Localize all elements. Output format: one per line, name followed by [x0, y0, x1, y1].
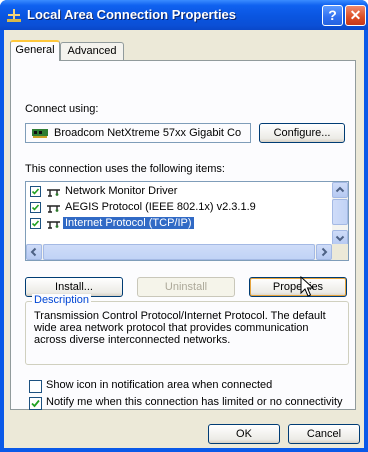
items-label: This connection uses the following items…: [25, 163, 225, 175]
adapter-name: Broadcom NetXtreme 57xx Gigabit Co: [54, 127, 242, 139]
close-button[interactable]: ✕: [345, 5, 366, 26]
tab-advanced[interactable]: Advanced: [60, 42, 124, 60]
vertical-scrollbar[interactable]: [332, 182, 348, 246]
components-list[interactable]: Network Monitor Driver AEGIS Protocol (I…: [25, 181, 349, 261]
network-connection-icon: [7, 9, 21, 22]
network-protocol-icon: [47, 205, 60, 213]
item-checkbox[interactable]: [30, 218, 41, 229]
vertical-scroll-thumb[interactable]: [332, 199, 348, 225]
show-icon-label: Show icon in notification area when conn…: [46, 379, 273, 391]
scroll-left-button[interactable]: [26, 244, 42, 260]
connect-using-label: Connect using:: [25, 103, 99, 115]
configure-button[interactable]: Configure...: [259, 123, 345, 143]
scrollbar-corner: [332, 244, 348, 260]
horizontal-scrollbar[interactable]: [26, 244, 332, 260]
scroll-up-button[interactable]: [332, 182, 348, 198]
adapter-field: Broadcom NetXtreme 57xx Gigabit Co: [25, 123, 251, 143]
item-label: Network Monitor Driver: [65, 185, 178, 197]
title-bar[interactable]: Local Area Connection Properties ? ✕: [0, 0, 368, 30]
mouse-pointer-icon: [300, 276, 314, 297]
notify-label: Notify me when this connection has limit…: [46, 396, 343, 408]
list-item[interactable]: AEGIS Protocol (IEEE 802.1x) v2.3.1.9: [30, 200, 330, 216]
item-label: Internet Protocol (TCP/IP): [63, 217, 194, 229]
notify-checkbox[interactable]: [29, 397, 42, 410]
tab-general[interactable]: General: [10, 40, 60, 61]
properties-dialog: Local Area Connection Properties ? ✕ Gen…: [0, 0, 368, 452]
chevron-down-icon: [335, 235, 345, 242]
properties-button[interactable]: Properties: [249, 277, 347, 297]
uninstall-button[interactable]: Uninstall: [137, 277, 235, 297]
scroll-right-button[interactable]: [316, 244, 332, 260]
description-title: Description: [32, 294, 92, 306]
item-checkbox[interactable]: [30, 202, 41, 213]
window-bottom-edge: [4, 448, 364, 452]
help-button[interactable]: ?: [322, 5, 343, 26]
item-checkbox[interactable]: [30, 186, 41, 197]
list-item[interactable]: Network Monitor Driver: [30, 184, 330, 200]
network-protocol-icon: [47, 189, 60, 197]
description-group: Description Transmission Control Protoco…: [25, 294, 349, 365]
cancel-button[interactable]: Cancel: [288, 424, 360, 444]
list-item-selected[interactable]: Internet Protocol (TCP/IP): [30, 216, 330, 232]
dialog-client-area: General Advanced Connect using: Broadcom…: [4, 30, 364, 448]
item-label: AEGIS Protocol (IEEE 802.1x) v2.3.1.9: [65, 201, 256, 213]
description-text: Transmission Control Protocol/Internet P…: [34, 310, 326, 346]
general-tab-panel: Connect using: Broadcom NetXtreme 57xx G…: [10, 60, 356, 410]
chevron-up-icon: [335, 186, 345, 193]
ok-button[interactable]: OK: [208, 424, 280, 444]
chevron-right-icon: [321, 247, 328, 257]
window-title: Local Area Connection Properties: [27, 7, 237, 22]
chevron-left-icon: [30, 247, 37, 257]
horizontal-scroll-thumb[interactable]: [43, 244, 315, 260]
network-protocol-icon: [47, 221, 60, 229]
network-card-icon: [32, 129, 48, 138]
show-icon-checkbox[interactable]: [29, 380, 42, 393]
